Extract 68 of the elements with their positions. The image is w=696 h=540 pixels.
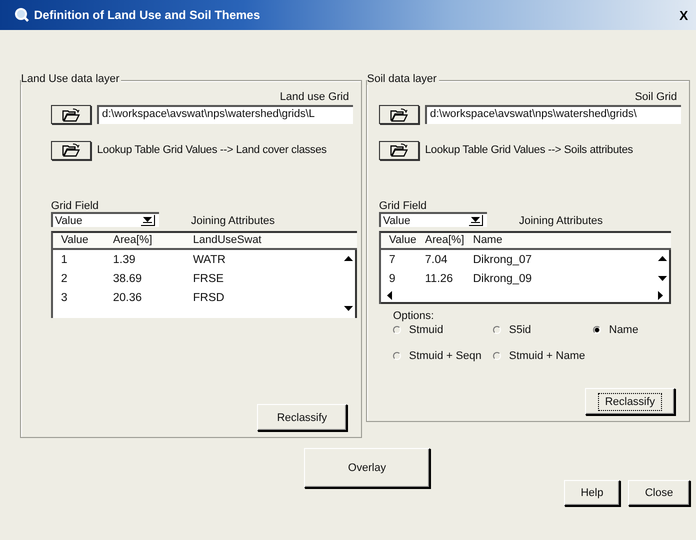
table-cell-text: 38.69 — [113, 272, 143, 284]
radio-option[interactable]: Stmuid + Name — [493, 350, 593, 362]
horizontal-scrollbar[interactable] — [381, 288, 671, 304]
table-cell-text: 9 — [389, 272, 396, 284]
radio-option[interactable]: S5id — [493, 324, 593, 336]
table-cell-text: 20.36 — [113, 292, 143, 304]
dialog-button[interactable]: Help — [564, 480, 620, 506]
options-label: Options: — [393, 310, 435, 322]
table-cell-text: 7.04 — [425, 254, 448, 266]
folder-icon — [390, 108, 408, 122]
field-label: Land use Grid — [278, 91, 349, 103]
column-header: Area[%] — [113, 234, 154, 246]
dialog-button[interactable]: Close — [628, 480, 690, 506]
table-cell-text: 2 — [61, 272, 68, 284]
radio-option[interactable]: Stmuid — [393, 324, 493, 336]
open-button[interactable] — [51, 105, 91, 124]
scroll-right-icon[interactable] — [657, 290, 663, 300]
path-field[interactable]: d:\workspace\avswat\nps\watershed\grids\ — [425, 105, 681, 124]
column-header: Value — [61, 234, 90, 246]
section-label: Joining Attributes — [191, 215, 275, 227]
scroll-down-icon[interactable] — [658, 276, 666, 282]
table-cell-text: 1 — [61, 254, 68, 266]
open-button[interactable] — [379, 105, 419, 124]
table-cell-text: 3 — [61, 292, 68, 304]
column-header: Value — [389, 234, 418, 246]
scroll-down-icon[interactable] — [344, 306, 352, 312]
folder-icon — [390, 143, 408, 157]
radio-option[interactable]: Name — [593, 324, 681, 336]
table-cell: FRSE — [193, 272, 224, 284]
table-cell-text: 11.26 — [425, 272, 454, 284]
table-cell: WATR — [193, 254, 226, 266]
folder-icon — [62, 143, 80, 157]
section-label: Joining Attributes — [519, 215, 603, 227]
table-cell: Dikrong_07 — [473, 254, 532, 266]
scroll-up-icon[interactable] — [658, 256, 666, 262]
overlay-button[interactable]: Overlay — [304, 448, 430, 488]
table-cell-text: 7 — [389, 254, 396, 266]
scroll-left-icon[interactable] — [387, 290, 393, 300]
table-cell: Dikrong_09 — [473, 272, 532, 284]
reclassify-button[interactable]: Reclassify — [585, 388, 675, 415]
column-header: LandUseSwat — [193, 234, 262, 246]
folder-icon — [62, 108, 80, 122]
grid-field-dropdown[interactable]: Value — [379, 212, 487, 227]
group-title: Soil data layer — [367, 73, 439, 85]
column-header: Name — [473, 234, 502, 246]
table-cell-text: 1.39 — [113, 254, 136, 266]
field-label: Grid Field — [51, 200, 100, 212]
path-field[interactable]: d:\workspace\avswat\nps\watershed\grids\L — [97, 105, 353, 124]
table-cell: FRSD — [193, 292, 224, 304]
dropdown-arrow-icon — [471, 217, 480, 223]
window-title: Definition of Land Use and Soil Themes — [34, 8, 260, 22]
radio-option[interactable]: Stmuid + Seqn — [393, 350, 493, 362]
field-label: Grid Field — [379, 200, 428, 212]
vertical-scrollbar[interactable] — [341, 250, 357, 318]
column-header: Area[%] — [425, 234, 466, 246]
open-button[interactable] — [51, 140, 91, 160]
reclassify-button[interactable]: Reclassify — [257, 404, 347, 431]
lookup-label: Lookup Table Grid Values --> Soils attributes — [425, 144, 633, 156]
open-button[interactable] — [379, 140, 419, 160]
dropdown-arrow-icon — [143, 217, 152, 223]
field-label: Soil Grid — [634, 91, 677, 103]
vertical-scrollbar[interactable] — [655, 250, 671, 288]
grid-field-dropdown[interactable]: Value — [51, 212, 159, 227]
window-close-button[interactable]: X — [677, 8, 690, 22]
scroll-up-icon[interactable] — [344, 256, 352, 262]
magnifier-icon — [14, 7, 30, 23]
lookup-label: Lookup Table Grid Values --> Land cover classes — [97, 144, 327, 156]
group-title: Land Use data layer — [21, 73, 122, 85]
